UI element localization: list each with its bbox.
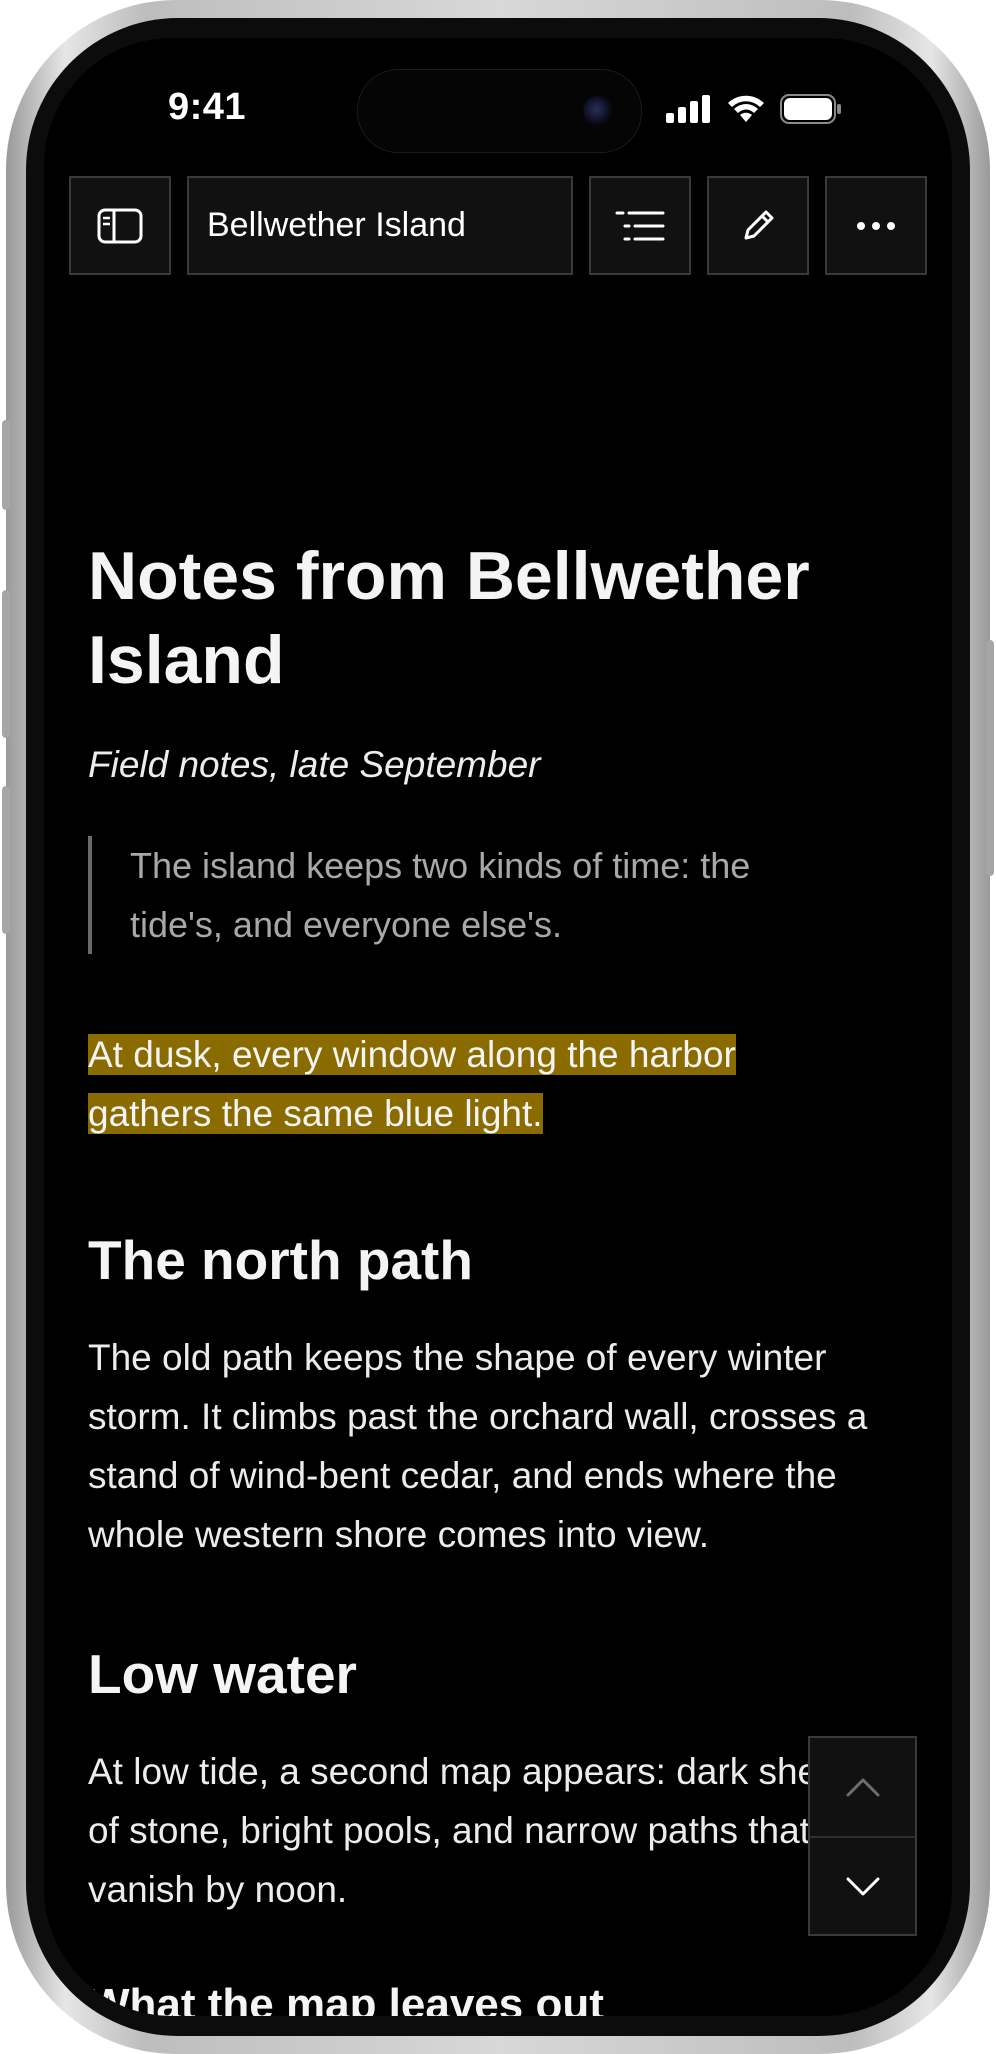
cellular-signal-icon bbox=[666, 95, 710, 123]
dynamic-island bbox=[357, 69, 642, 153]
section-body-north-path: The old path keeps the shape of every wi… bbox=[88, 1337, 868, 1555]
pencil-icon bbox=[744, 210, 774, 239]
edit-button[interactable] bbox=[707, 176, 809, 275]
action-button bbox=[2, 420, 10, 510]
article-title: Notes from Bellwether Island bbox=[88, 538, 810, 698]
wifi-icon bbox=[728, 95, 764, 122]
scroll-up-button[interactable] bbox=[810, 1738, 915, 1836]
sidebar-icon bbox=[97, 208, 143, 243]
article-subtitle: Field notes, late September bbox=[88, 744, 541, 785]
battery-icon bbox=[780, 94, 841, 124]
section-heading-north-path: The north path bbox=[88, 1229, 473, 1291]
sidebar-toggle-button[interactable] bbox=[69, 176, 171, 275]
document-title[interactable]: Bellwether Island bbox=[187, 176, 573, 275]
scroll-down-button[interactable] bbox=[810, 1838, 915, 1936]
section-heading-map-leaves-out: What the map leaves out bbox=[88, 1980, 604, 2016]
highlighted-paragraph: At dusk, every window along the harbor g… bbox=[88, 1025, 848, 1143]
screen: 9:41 Bellwether Island Notes from Bellwe… bbox=[44, 38, 952, 2016]
status-icons bbox=[666, 92, 842, 126]
more-icon bbox=[857, 221, 895, 230]
section-heading-low-water: Low water bbox=[88, 1643, 357, 1705]
power-button bbox=[986, 640, 994, 876]
chevron-up-icon bbox=[846, 1778, 879, 1797]
status-time: 9:41 bbox=[168, 86, 247, 128]
chevron-down-icon bbox=[846, 1877, 879, 1896]
more-options-button[interactable] bbox=[825, 176, 927, 275]
volume-up-button bbox=[2, 590, 10, 738]
scroll-controls bbox=[808, 1736, 917, 1936]
volume-down-button bbox=[2, 786, 10, 934]
highlight-text[interactable]: At dusk, every window along the harbor g… bbox=[88, 1034, 736, 1134]
section-body-low-water: At low tide, a second map appears: dark … bbox=[88, 1751, 884, 1910]
outline-list-icon bbox=[615, 211, 665, 240]
camera-icon bbox=[583, 96, 613, 126]
outline-button[interactable] bbox=[589, 176, 691, 275]
block-quote: The island keeps two kinds of time: the … bbox=[88, 836, 848, 954]
